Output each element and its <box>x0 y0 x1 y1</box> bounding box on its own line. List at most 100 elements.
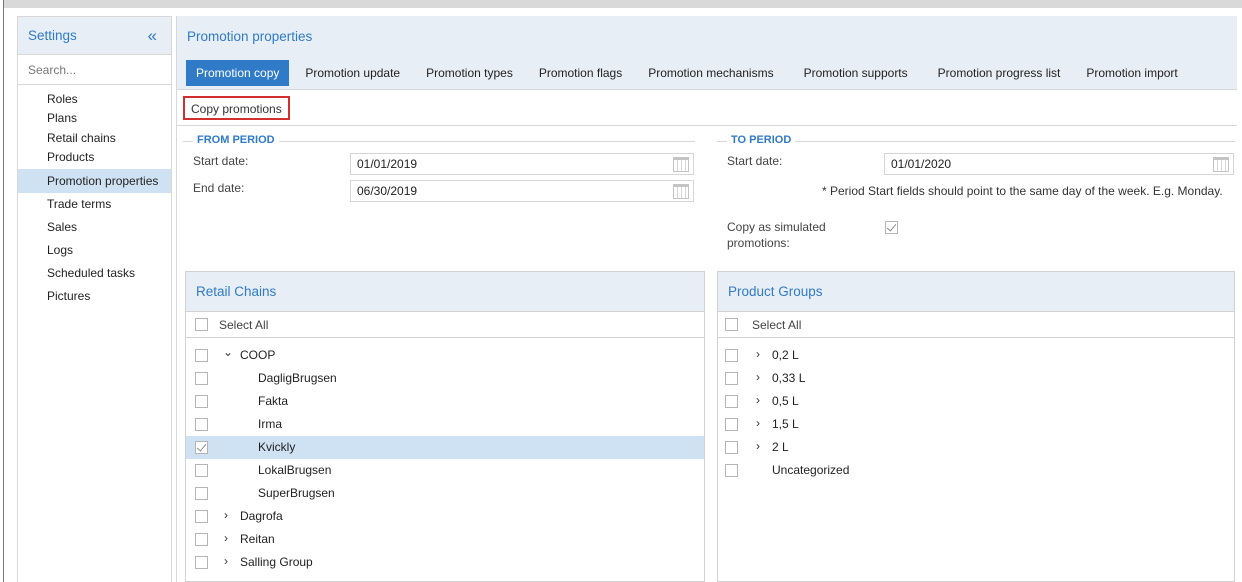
tab-promotion-types[interactable]: Promotion types <box>416 60 523 86</box>
to-start-date-field[interactable]: 01/01/2020 <box>884 153 1234 175</box>
product-groups-select-all[interactable]: Select All <box>718 312 1234 338</box>
chevron-right-icon[interactable]: › <box>224 554 228 568</box>
tab-promotion-copy[interactable]: Promotion copy <box>186 59 290 86</box>
row-checkbox[interactable] <box>195 349 208 362</box>
from-end-label: End date: <box>193 181 245 195</box>
sidebar-item-products[interactable]: Products <box>18 146 171 169</box>
sidebar-item-plans[interactable]: Plans <box>18 107 171 130</box>
tab-promotion-import[interactable]: Promotion import <box>1076 60 1187 86</box>
tree-row-0-5l[interactable]: › 0,5 L <box>718 390 1234 413</box>
sidebar-item-trade-terms[interactable]: Trade terms <box>18 193 171 216</box>
row-checkbox[interactable] <box>725 349 738 362</box>
row-checkbox[interactable] <box>725 372 738 385</box>
settings-sidebar: Settings « Roles Plans Retail chains Pro… <box>17 16 172 582</box>
tree-row-superbrugsen[interactable]: SuperBrugsen <box>186 482 704 505</box>
sidebar-item-pictures[interactable]: Pictures <box>18 285 171 308</box>
calendar-icon[interactable] <box>673 184 689 199</box>
row-label: DagligBrugsen <box>258 371 337 385</box>
tab-promotion-progress-list[interactable]: Promotion progress list <box>928 60 1071 86</box>
retail-chains-header: Retail Chains <box>186 272 704 312</box>
sidebar-item-roles[interactable]: Roles <box>18 91 171 107</box>
row-checkbox[interactable] <box>725 395 738 408</box>
from-period-fieldset: FROM PERIOD <box>183 134 695 146</box>
row-checkbox[interactable] <box>195 464 208 477</box>
tree-row-uncategorized[interactable]: Uncategorized <box>718 459 1234 482</box>
select-all-label: Select All <box>752 318 802 332</box>
tab-promotion-supports[interactable]: Promotion supports <box>794 60 918 86</box>
sidebar-item-scheduled-tasks[interactable]: Scheduled tasks <box>18 262 171 285</box>
tree-row-coop[interactable]: ⌄ COOP <box>186 344 704 367</box>
to-period-legend: TO PERIOD <box>727 134 796 146</box>
row-label: 0,5 L <box>772 394 799 408</box>
calendar-icon[interactable] <box>673 157 689 172</box>
from-end-date-field[interactable]: 06/30/2019 <box>350 180 694 202</box>
sidebar-item-sales[interactable]: Sales <box>18 216 171 239</box>
tree-row-0-2l[interactable]: › 0,2 L <box>718 344 1234 367</box>
product-groups-header: Product Groups <box>718 272 1234 312</box>
from-start-date-field[interactable]: 01/01/2019 <box>350 153 694 175</box>
main-content: Promotion properties Promotion copy Prom… <box>177 16 1237 582</box>
chevron-right-icon[interactable]: › <box>756 347 760 361</box>
subtab-copy-promotions[interactable]: Copy promotions <box>183 95 290 120</box>
chevron-right-icon[interactable]: › <box>756 416 760 430</box>
row-label: Uncategorized <box>772 463 850 477</box>
row-checkbox[interactable] <box>725 418 738 431</box>
select-all-checkbox[interactable] <box>725 318 738 331</box>
retail-chains-panel: Retail Chains Select All ⌄ COOP DagligBr… <box>185 271 705 582</box>
tree-row-0-33l[interactable]: › 0,33 L <box>718 367 1234 390</box>
tree-row-lokalbrugsen[interactable]: LokalBrugsen <box>186 459 704 482</box>
row-checkbox[interactable] <box>195 533 208 546</box>
select-all-checkbox[interactable] <box>195 318 208 331</box>
to-period-fieldset: TO PERIOD <box>717 134 1235 146</box>
tab-promotion-flags[interactable]: Promotion flags <box>529 60 632 86</box>
from-start-label: Start date: <box>193 154 249 168</box>
row-checkbox[interactable] <box>195 395 208 408</box>
subtab-bar: Copy promotions <box>177 90 1237 126</box>
copy-as-simulated-checkbox[interactable] <box>885 221 898 234</box>
period-note: * Period Start fields should point to th… <box>822 184 1223 198</box>
row-checkbox[interactable] <box>195 441 208 454</box>
row-label: Salling Group <box>240 555 313 569</box>
product-groups-panel: Product Groups Select All › 0,2 L › 0,33… <box>717 271 1235 582</box>
tree-row-1-5l[interactable]: › 1,5 L <box>718 413 1234 436</box>
row-checkbox[interactable] <box>195 556 208 569</box>
tree-row-2l[interactable]: › 2 L <box>718 436 1234 459</box>
tree-row-dagrofa[interactable]: › Dagrofa <box>186 505 704 528</box>
row-checkbox[interactable] <box>195 418 208 431</box>
row-label: SuperBrugsen <box>258 486 335 500</box>
chevron-right-icon[interactable]: › <box>224 508 228 522</box>
row-checkbox[interactable] <box>195 510 208 523</box>
tree-row-reitan[interactable]: › Reitan <box>186 528 704 551</box>
tree-row-salling-group[interactable]: › Salling Group <box>186 551 704 574</box>
row-label: LokalBrugsen <box>258 463 332 477</box>
chevron-right-icon[interactable]: › <box>224 531 228 545</box>
search-input[interactable] <box>28 62 158 77</box>
sidebar-nav: Roles Plans Retail chains Products Promo… <box>18 85 171 308</box>
row-checkbox[interactable] <box>725 464 738 477</box>
tab-promotion-update[interactable]: Promotion update <box>295 60 410 86</box>
row-label: 0,2 L <box>772 348 799 362</box>
row-checkbox[interactable] <box>195 372 208 385</box>
retail-chains-title: Retail Chains <box>196 284 277 299</box>
row-label: Fakta <box>258 394 289 408</box>
row-checkbox[interactable] <box>725 441 738 454</box>
chevron-right-icon[interactable]: › <box>756 370 760 384</box>
row-label: Dagrofa <box>240 509 283 523</box>
row-checkbox[interactable] <box>195 487 208 500</box>
sidebar-item-retail-chains[interactable]: Retail chains <box>18 130 171 146</box>
chevron-down-icon[interactable]: ⌄ <box>223 345 233 359</box>
tree-row-dagligbrugsen[interactable]: DagligBrugsen <box>186 367 704 390</box>
retail-chains-select-all[interactable]: Select All <box>186 312 704 338</box>
tree-row-irma[interactable]: Irma <box>186 413 704 436</box>
chevron-right-icon[interactable]: › <box>756 439 760 453</box>
main-header: Promotion properties <box>177 16 1237 56</box>
tree-row-fakta[interactable]: Fakta <box>186 390 704 413</box>
tree-row-kvickly[interactable]: Kvickly <box>186 436 704 459</box>
sidebar-item-promotion-properties[interactable]: Promotion properties <box>18 169 171 193</box>
sidebar-title: Settings <box>28 28 77 43</box>
double-chevron-left-icon[interactable]: « <box>148 27 157 44</box>
chevron-right-icon[interactable]: › <box>756 393 760 407</box>
tab-promotion-mechanisms[interactable]: Promotion mechanisms <box>638 60 783 86</box>
sidebar-item-logs[interactable]: Logs <box>18 239 171 262</box>
calendar-icon[interactable] <box>1213 157 1229 172</box>
